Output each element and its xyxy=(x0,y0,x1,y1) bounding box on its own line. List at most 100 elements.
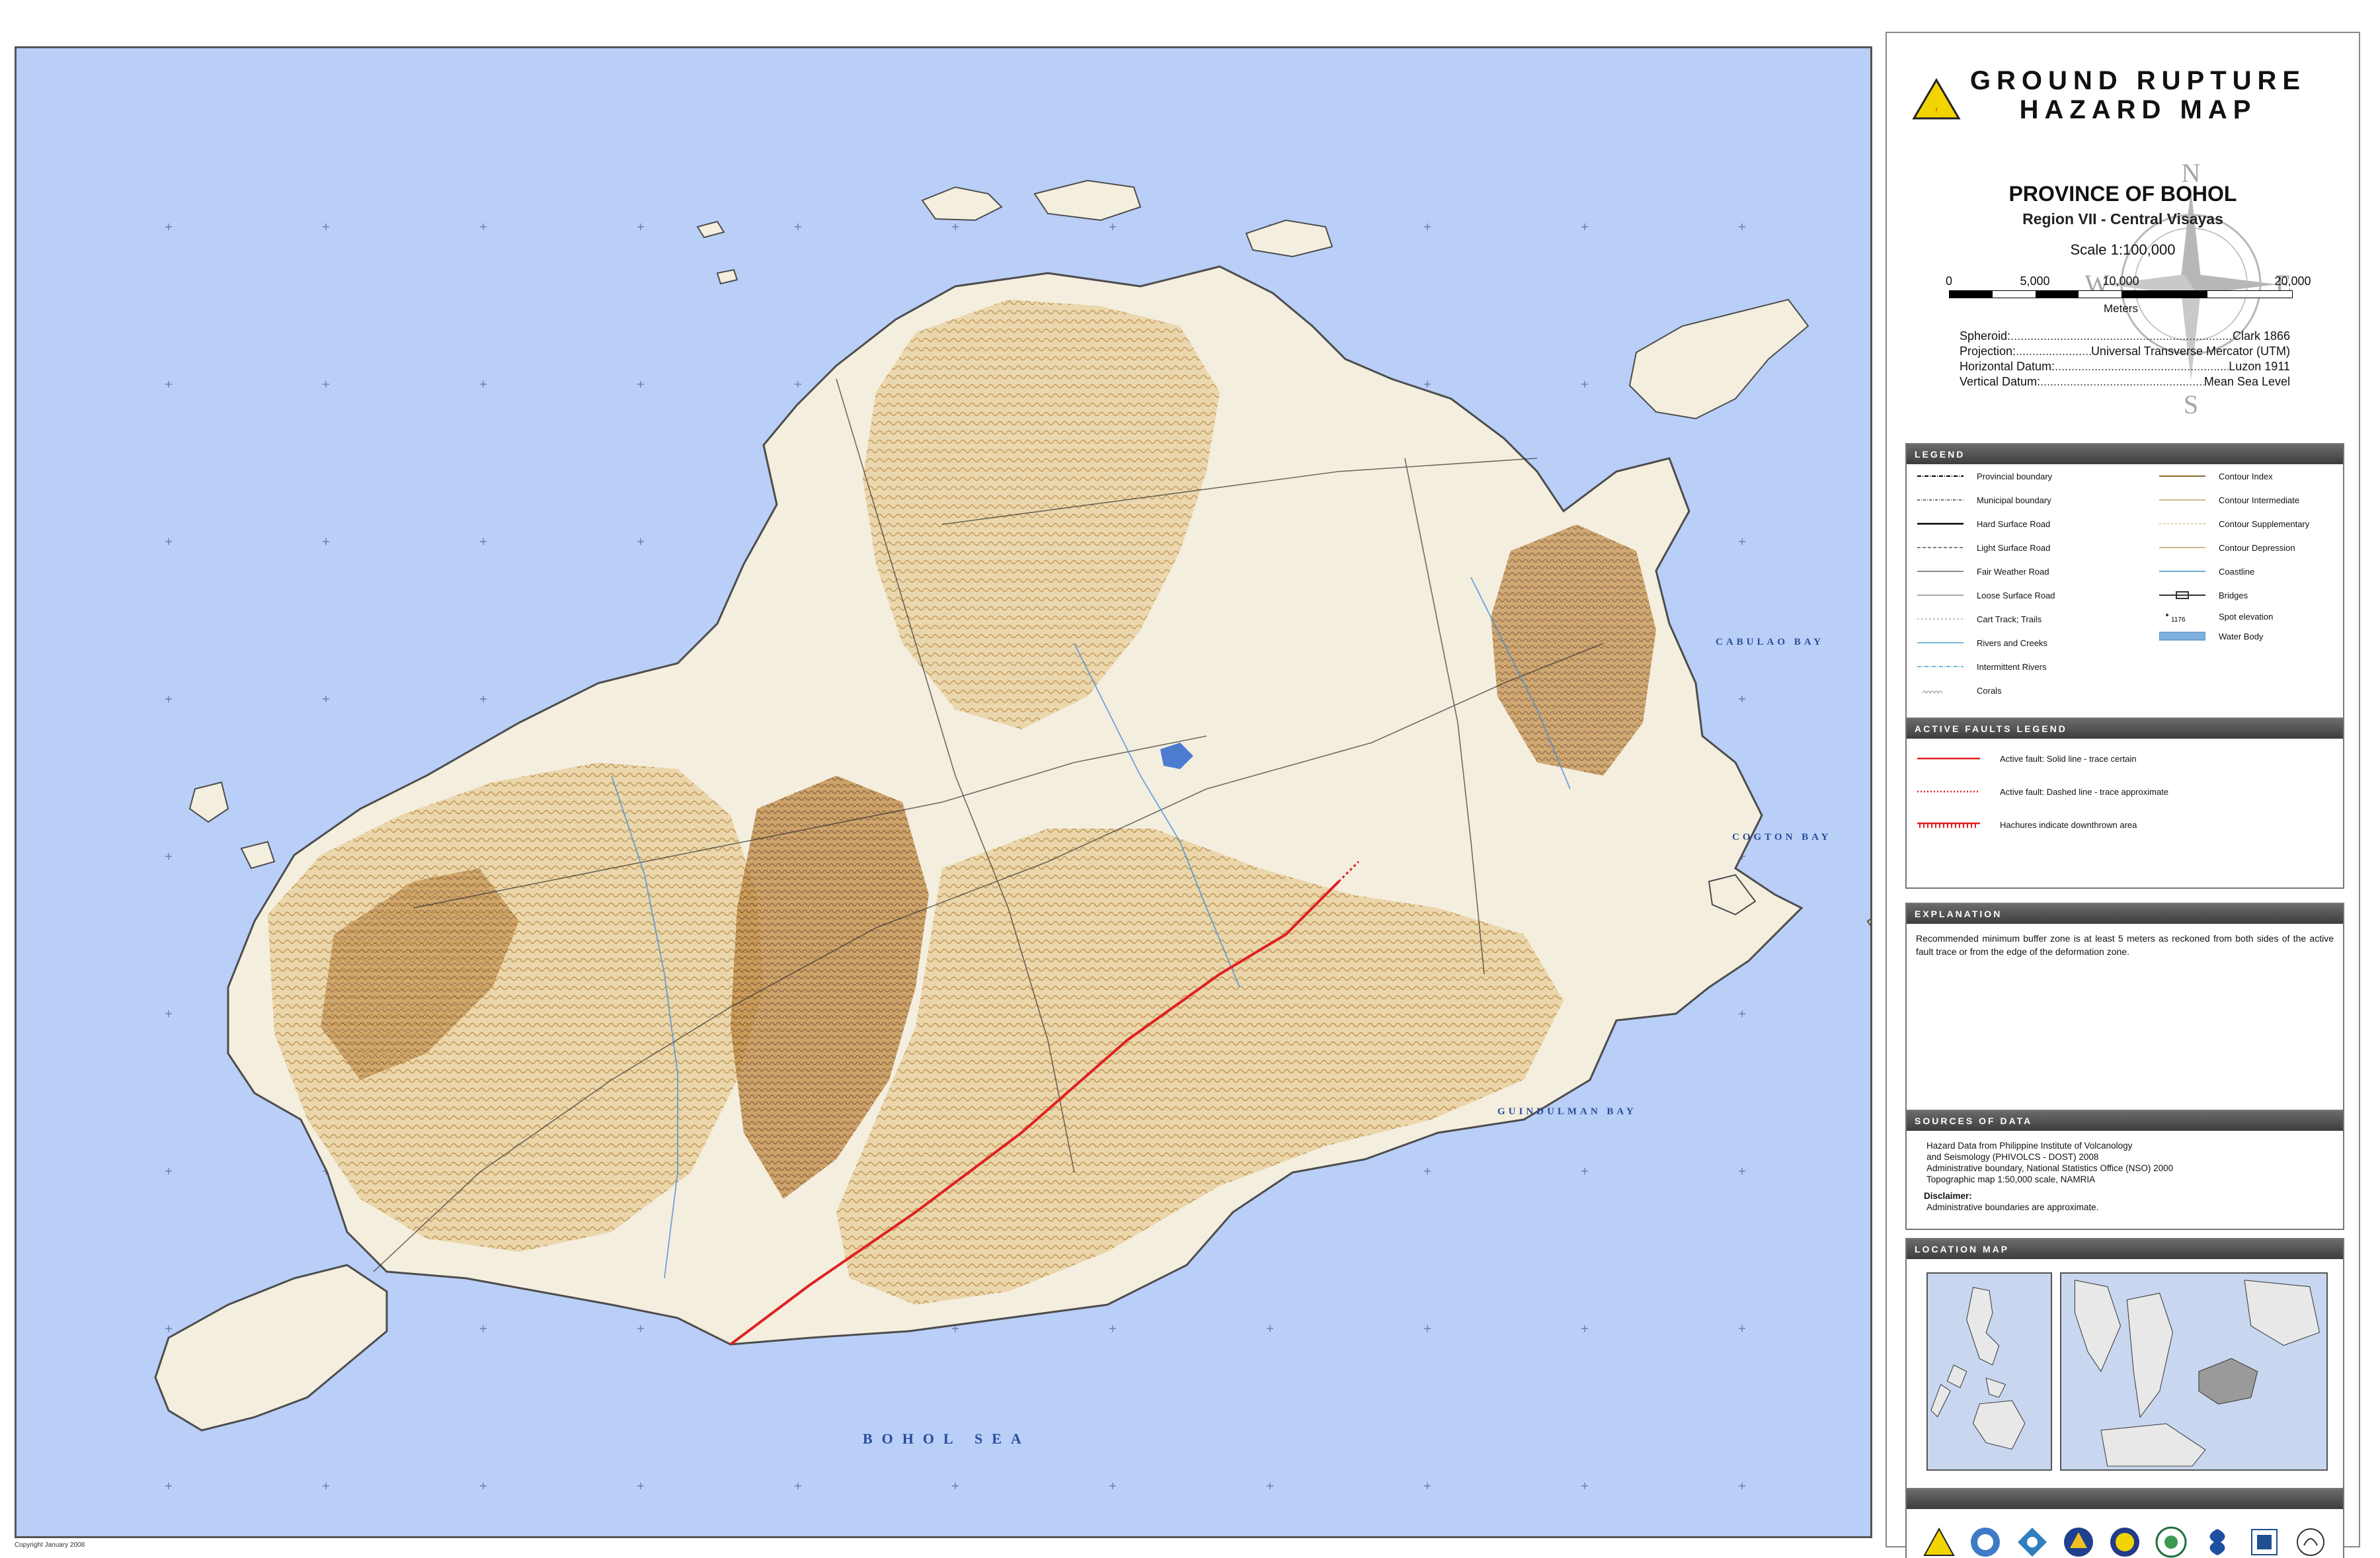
legend-item: Provincial boundary xyxy=(1917,470,2052,483)
legend-box: LEGEND Provincial boundary Municipal bou… xyxy=(1905,443,2344,757)
legend-item: Contour Depression xyxy=(2159,541,2295,554)
legend-item: 1176 Spot elevation xyxy=(2159,610,2273,623)
sources-body: Hazard Data from Philippine Institute of… xyxy=(1907,1131,2343,1229)
phivolcs-logo-icon xyxy=(2017,1528,2047,1557)
scale-tick: 10,000 xyxy=(2102,274,2139,288)
datum-row-horizontal: Horizontal Datum:Luzon 1911 xyxy=(1960,359,2290,374)
pagasa-logo-icon xyxy=(2209,1529,2225,1555)
title-line-2: HAZARD MAP xyxy=(2019,95,2257,124)
svg-text:1176: 1176 xyxy=(2171,616,2186,623)
bay-label-cogton: COGTON BAY xyxy=(1732,832,1832,842)
contour-supplementary-symbol xyxy=(2159,523,2205,524)
contour-index-symbol xyxy=(2159,475,2205,477)
province-name: PROVINCE OF BOHOL xyxy=(2008,182,2237,206)
legend-item: Corals xyxy=(1917,684,2002,697)
explanation-box: EXPLANATION Recommended minimum buffer z… xyxy=(1905,903,2344,1114)
provincial-boundary-symbol xyxy=(1917,475,1964,477)
legend-item: Intermittent Rivers xyxy=(1917,660,2046,673)
source-line: Hazard Data from Philippine Institute of… xyxy=(1926,1141,2133,1151)
datum-row-vertical: Vertical Datum:Mean Sea Level xyxy=(1960,374,2290,390)
sea-label-bohol: BOHOL SEA xyxy=(863,1430,1031,1447)
legend-item: Water Body xyxy=(2159,630,2263,643)
fair-weather-road-symbol xyxy=(1917,571,1964,572)
legend-item: Rivers and Creeks xyxy=(1917,636,2047,649)
municipal-boundary-symbol xyxy=(1917,499,1964,501)
legend-item: Light Surface Road xyxy=(1917,541,2050,554)
legend-item: Contour Index xyxy=(2159,470,2273,483)
compass-s: S xyxy=(2184,390,2198,419)
source-line: Topographic map 1:50,000 scale, NAMRIA xyxy=(1926,1174,2096,1184)
light-surface-road-symbol xyxy=(1917,547,1964,548)
location-map-body xyxy=(1907,1259,2343,1491)
active-faults-legend-box: ACTIVE FAULTS LEGEND Active fault: Solid… xyxy=(1905,718,2344,889)
location-map-box: LOCATION MAP xyxy=(1905,1238,2344,1492)
datum-info: Spheroid:Clark 1866 Projection:Universal… xyxy=(1960,329,2290,390)
map-frame[interactable]: CABULAO BAY COGTON BAY GUINDULMAN BAY BO… xyxy=(15,46,1872,1538)
legend-item: Contour Intermediate xyxy=(2159,493,2299,507)
title-line-1: GROUND RUPTURE xyxy=(1969,66,2307,95)
active-faults-header: ACTIVE FAULTS LEGEND xyxy=(1907,719,2343,739)
water-body-symbol xyxy=(2159,632,2205,641)
contour-intermediate-symbol xyxy=(2159,499,2205,501)
region-name: Region VII - Central Visayas xyxy=(2022,210,2223,227)
corals-symbol xyxy=(1922,690,1943,694)
rivers-symbol xyxy=(1917,642,1964,643)
datum-row-spheroid: Spheroid:Clark 1866 xyxy=(1960,329,2290,344)
explanation-text: Recommended minimum buffer zone is at le… xyxy=(1916,933,2334,957)
legend-item: Municipal boundary xyxy=(1917,493,2051,507)
philippines-inset-map xyxy=(1926,1272,2052,1471)
coastline-symbol xyxy=(2159,571,2205,572)
map-title: GROUND RUPTURE HAZARD MAP xyxy=(1953,66,2323,124)
central-visayas-inset-map xyxy=(2060,1272,2328,1471)
logos-header xyxy=(1907,1489,2343,1509)
legend-item: Bridges xyxy=(2159,589,2248,602)
title-block: ! GROUND RUPTURE HAZARD MAP N S E W PROV… xyxy=(1887,33,2359,419)
bay-label-cabulao: CABULAO BAY xyxy=(1716,637,1825,647)
ocd-logo-icon xyxy=(2063,1528,2093,1557)
svg-text:!: ! xyxy=(1936,107,1938,114)
active-faults-body: Active fault: Solid line - trace certain… xyxy=(1907,739,2343,887)
government-seal-icon xyxy=(2110,1528,2139,1557)
cart-track-symbol xyxy=(1917,618,1964,620)
loose-surface-road-symbol xyxy=(1917,594,1964,596)
legend-item: Loose Surface Road xyxy=(1917,589,2055,602)
fault-legend-item: Active fault: Solid line - trace certain xyxy=(1917,752,2137,765)
legend-item: Hard Surface Road xyxy=(1917,517,2050,530)
undp-logo-icon xyxy=(2250,1529,2278,1555)
fault-legend-item: Hachures indicate downthrown area xyxy=(1917,818,2137,831)
explanation-header: EXPLANATION xyxy=(1907,904,2343,924)
legend-body: Provincial boundary Municipal boundary H… xyxy=(1907,464,2343,755)
mgb-logo-icon xyxy=(2155,1526,2187,1558)
fault-legend-item: Active fault: Dashed line - trace approx… xyxy=(1917,785,2168,798)
hachure-symbol xyxy=(1917,822,1980,828)
legend-header: LEGEND xyxy=(1907,444,2343,464)
bridge-symbol xyxy=(2159,591,2205,599)
copyright-text: Copyright January 2008 xyxy=(15,1541,85,1549)
datum-row-projection: Projection:Universal Transverse Mercator… xyxy=(1960,344,2290,359)
logos-row xyxy=(1907,1509,2343,1558)
source-line: Administrative boundary, National Statis… xyxy=(1926,1163,2174,1173)
legend-item: Contour Supplementary xyxy=(2159,517,2309,530)
ausaid-logo-icon xyxy=(2296,1528,2324,1556)
bay-label-guindulman: GUINDULMAN BAY xyxy=(1497,1106,1637,1117)
scale-tick: 0 xyxy=(1945,274,1953,288)
solid-fault-symbol xyxy=(1917,757,1980,760)
hard-surface-road-symbol xyxy=(1917,522,1964,525)
scale-bar-segments xyxy=(1949,290,2293,298)
scale-ratio: Scale 1:100,000 xyxy=(2070,241,2176,258)
source-line: and Seismology (PHIVOLCS - DOST) 2008 xyxy=(1926,1152,2099,1162)
scale-bar: 0 5,000 10,000 20,000 Meters xyxy=(1945,274,2311,321)
scale-tick: 5,000 xyxy=(2020,274,2050,288)
map-info-panel: ! GROUND RUPTURE HAZARD MAP N S E W PROV… xyxy=(1885,32,2360,1558)
legend-item: Cart Track; Trails xyxy=(1917,612,2042,626)
location-map-header: LOCATION MAP xyxy=(1907,1239,2343,1259)
agency-logos-box xyxy=(1905,1488,2344,1558)
topographic-map[interactable] xyxy=(17,48,1870,1536)
disclaimer-text: Administrative boundaries are approximat… xyxy=(1926,1202,2099,1212)
sources-header: SOURCES OF DATA xyxy=(1907,1111,2343,1131)
hazard-warning-logo-icon xyxy=(1923,1527,1955,1556)
panglao-island xyxy=(154,1264,388,1432)
sources-box: SOURCES OF DATA Hazard Data from Philipp… xyxy=(1905,1110,2344,1230)
spot-elevation-symbol: 1176 xyxy=(2166,614,2186,623)
agency-seal-icon xyxy=(1971,1528,2001,1557)
